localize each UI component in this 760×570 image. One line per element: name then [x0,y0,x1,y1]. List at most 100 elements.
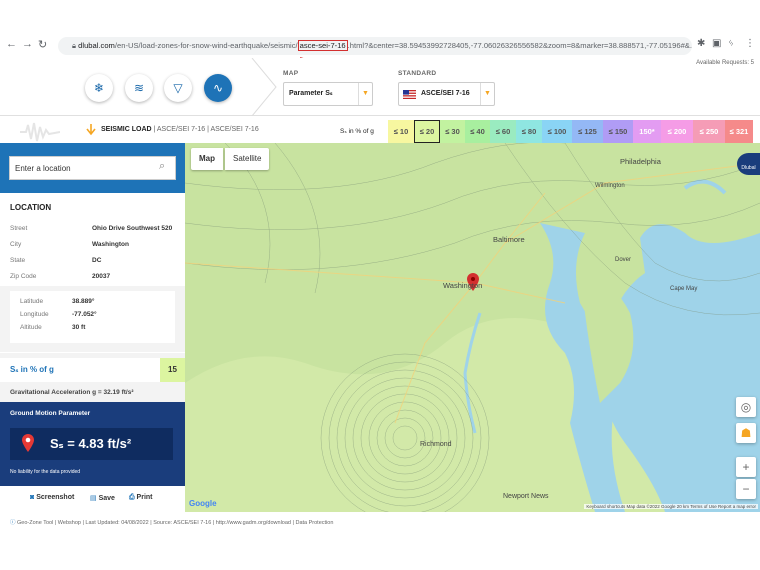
ss-label: Sₛ in % of g [10,365,54,374]
url-highlight: asce-sei-7-16 [297,40,348,51]
zip-label: Zip Code [10,273,37,280]
wind-icon[interactable]: ≋ [125,74,153,102]
map-attribution[interactable]: Keyboard shortcuts Map data ©2022 Google… [584,504,758,509]
search-icon[interactable]: ⌕ [159,160,165,173]
tornado-icon[interactable]: ▽ [164,74,192,102]
legend-scale: ≤ 10 ≤ 20 ≤ 30 ≤ 40 ≤ 60 ≤ 80 ≤ 100 ≤ 125 ≤ 150 1… [388,120,753,143]
search-placeholder: Enter a location [15,164,71,173]
browser-bar: ← → ↻ 🔒︎ dlubal.com/en-US/load-zones-for… [0,0,760,58]
map-label-philadelphia: Philadelphia [620,157,661,166]
address-bar[interactable]: 🔒︎ dlubal.com/en-US/load-zones-for-snow-… [58,37,692,55]
map-label-washington: Washington [443,281,483,290]
print-label: Print [136,494,153,501]
altitude-value: 30 ft [72,324,86,331]
back-icon[interactable]: ← [6,38,17,50]
arrow-down-icon [86,124,96,136]
breadcrumb-2: ASCE/SEI 7-16 [210,126,259,133]
standard-label: STANDARD [398,70,437,77]
map-label-dover: Dover [615,257,632,263]
longitude-row: Longitude -77.052° [20,311,170,318]
longitude-value: -77.052° [72,311,97,318]
snowflake-icon[interactable]: ❄ [85,74,113,102]
zoom-in-button[interactable]: + [736,457,756,477]
window-icon[interactable]: ▣ [712,38,721,49]
forward-icon[interactable]: → [22,38,33,50]
location-search-input[interactable]: Enter a location [9,156,176,180]
legend-cell[interactable]: ≤ 40 [465,120,490,143]
map-label-richmond: Richmond [420,441,452,448]
map-parameter-value: Parameter Sₛ [289,90,333,97]
altitude-label: Altitude [20,324,42,331]
profile-icon[interactable]: ᛃ [728,38,734,49]
legend-cell[interactable]: ≤ 10 [388,120,414,143]
legend-cell[interactable]: ≤ 30 [440,120,465,143]
liability-text: No liability for the data provided [10,469,81,475]
legend-cell[interactable]: ≤ 125 [572,120,603,143]
footer-text: Geo-Zone Tool | Webshop | Last Updated: … [17,520,334,526]
altitude-row: Altitude 30 ft [20,324,170,331]
url-domain: dlubal.com [78,41,115,50]
ss-value: 15 [160,358,185,382]
url-path: /en-US/load-zones-for-snow-wind-earthqua… [114,41,298,50]
legend-cell[interactable]: ≤ 321 [725,120,753,143]
standard-value: ASCE/SEI 7-16 [421,90,470,97]
info-icon: ⓘ [10,520,18,526]
screenshot-button[interactable]: ◙ Screenshot [30,494,74,501]
seismic-breadcrumb: SEISMIC LOAD | ASCE/SEI 7-16 | ASCE/SEI … [101,126,259,133]
gm-value: Sₛ = 4.83 ft/s² [50,436,132,451]
legend-cell[interactable]: ≤ 100 [542,120,572,143]
city-value: Washington [92,241,129,248]
map-label-baltimore: Baltimore [493,235,525,244]
url-query: .html?&center=38.59453992728405,-77.0602… [347,41,692,50]
menu-icon[interactable]: ⋮ [745,38,755,49]
legend-cell[interactable]: ≤ 60 [490,120,516,143]
tool-header [0,58,760,116]
zip-value: 20037 [92,273,111,280]
map-view[interactable]: Washington Baltimore Philadelphia Wilmin… [185,143,760,512]
chevron-down-icon: ▼ [358,83,372,105]
google-logo: Google [189,499,217,508]
map-parameter-select[interactable]: Parameter Sₛ ▼ [283,82,373,106]
save-icon: ▤ [90,495,99,502]
breadcrumb-1: ASCE/SEI 7-16 [156,126,206,133]
print-icon: ⎙ [129,494,137,501]
street-row: Street Ohio Drive Southwest 520 [10,225,175,232]
seismic-icon[interactable]: ∿ [204,74,232,102]
legend-cell[interactable]: ≤ 200 [661,120,693,143]
street-view-icon[interactable]: ☗ [736,423,756,443]
street-value: Ohio Drive Southwest 520 [92,225,173,232]
zip-row: Zip Code 20037 [10,273,175,280]
chevron-down-icon: ▼ [480,83,494,105]
latitude-label: Latitude [20,298,44,305]
save-button[interactable]: ▤ Save [90,494,115,502]
legend-cell[interactable]: ≤ 250 [693,120,725,143]
seismic-watermark-icon [20,122,60,142]
zoom-out-button[interactable]: − [736,479,756,499]
gm-title: Ground Motion Parameter [10,410,91,417]
seismic-load-label: SEISMIC LOAD [101,126,152,133]
state-row: State DC [10,257,175,264]
my-location-icon[interactable]: ◎ [736,397,756,417]
extension-icon[interactable]: ✱ [697,38,705,49]
page-footer: ⓘ Geo-Zone Tool | Webshop | Last Updated… [0,516,760,530]
available-requests: Available Requests: 5 [696,60,754,66]
dlubal-logo-icon[interactable]: Dlubal [737,153,760,175]
map-label-newport-news: Newport News [503,493,549,500]
map-pin-icon [22,434,34,452]
latitude-value: 38.889° [72,298,95,305]
header-divider [251,58,277,116]
print-button[interactable]: ⎙ Print [129,494,153,502]
map-label-wilmington: Wilmington [595,183,625,189]
longitude-label: Longitude [20,311,49,318]
map-label-cape-may: Cape May [670,286,698,292]
standard-select[interactable]: ASCE/SEI 7-16 ▼ [398,82,495,106]
reload-icon[interactable]: ↻ [38,38,47,51]
tab-map[interactable]: Map [191,148,223,170]
legend-cell[interactable]: ≤ 150 [603,120,633,143]
legend-cell[interactable]: 150* [633,120,661,143]
gravity-text: Gravitational Acceleration g = 32.19 ft/… [10,389,134,396]
tab-satellite[interactable]: Satellite [225,148,270,170]
screenshot-label: Screenshot [36,494,75,501]
legend-cell[interactable]: ≤ 80 [516,120,542,143]
legend-cell[interactable]: ≤ 20 [414,120,440,143]
